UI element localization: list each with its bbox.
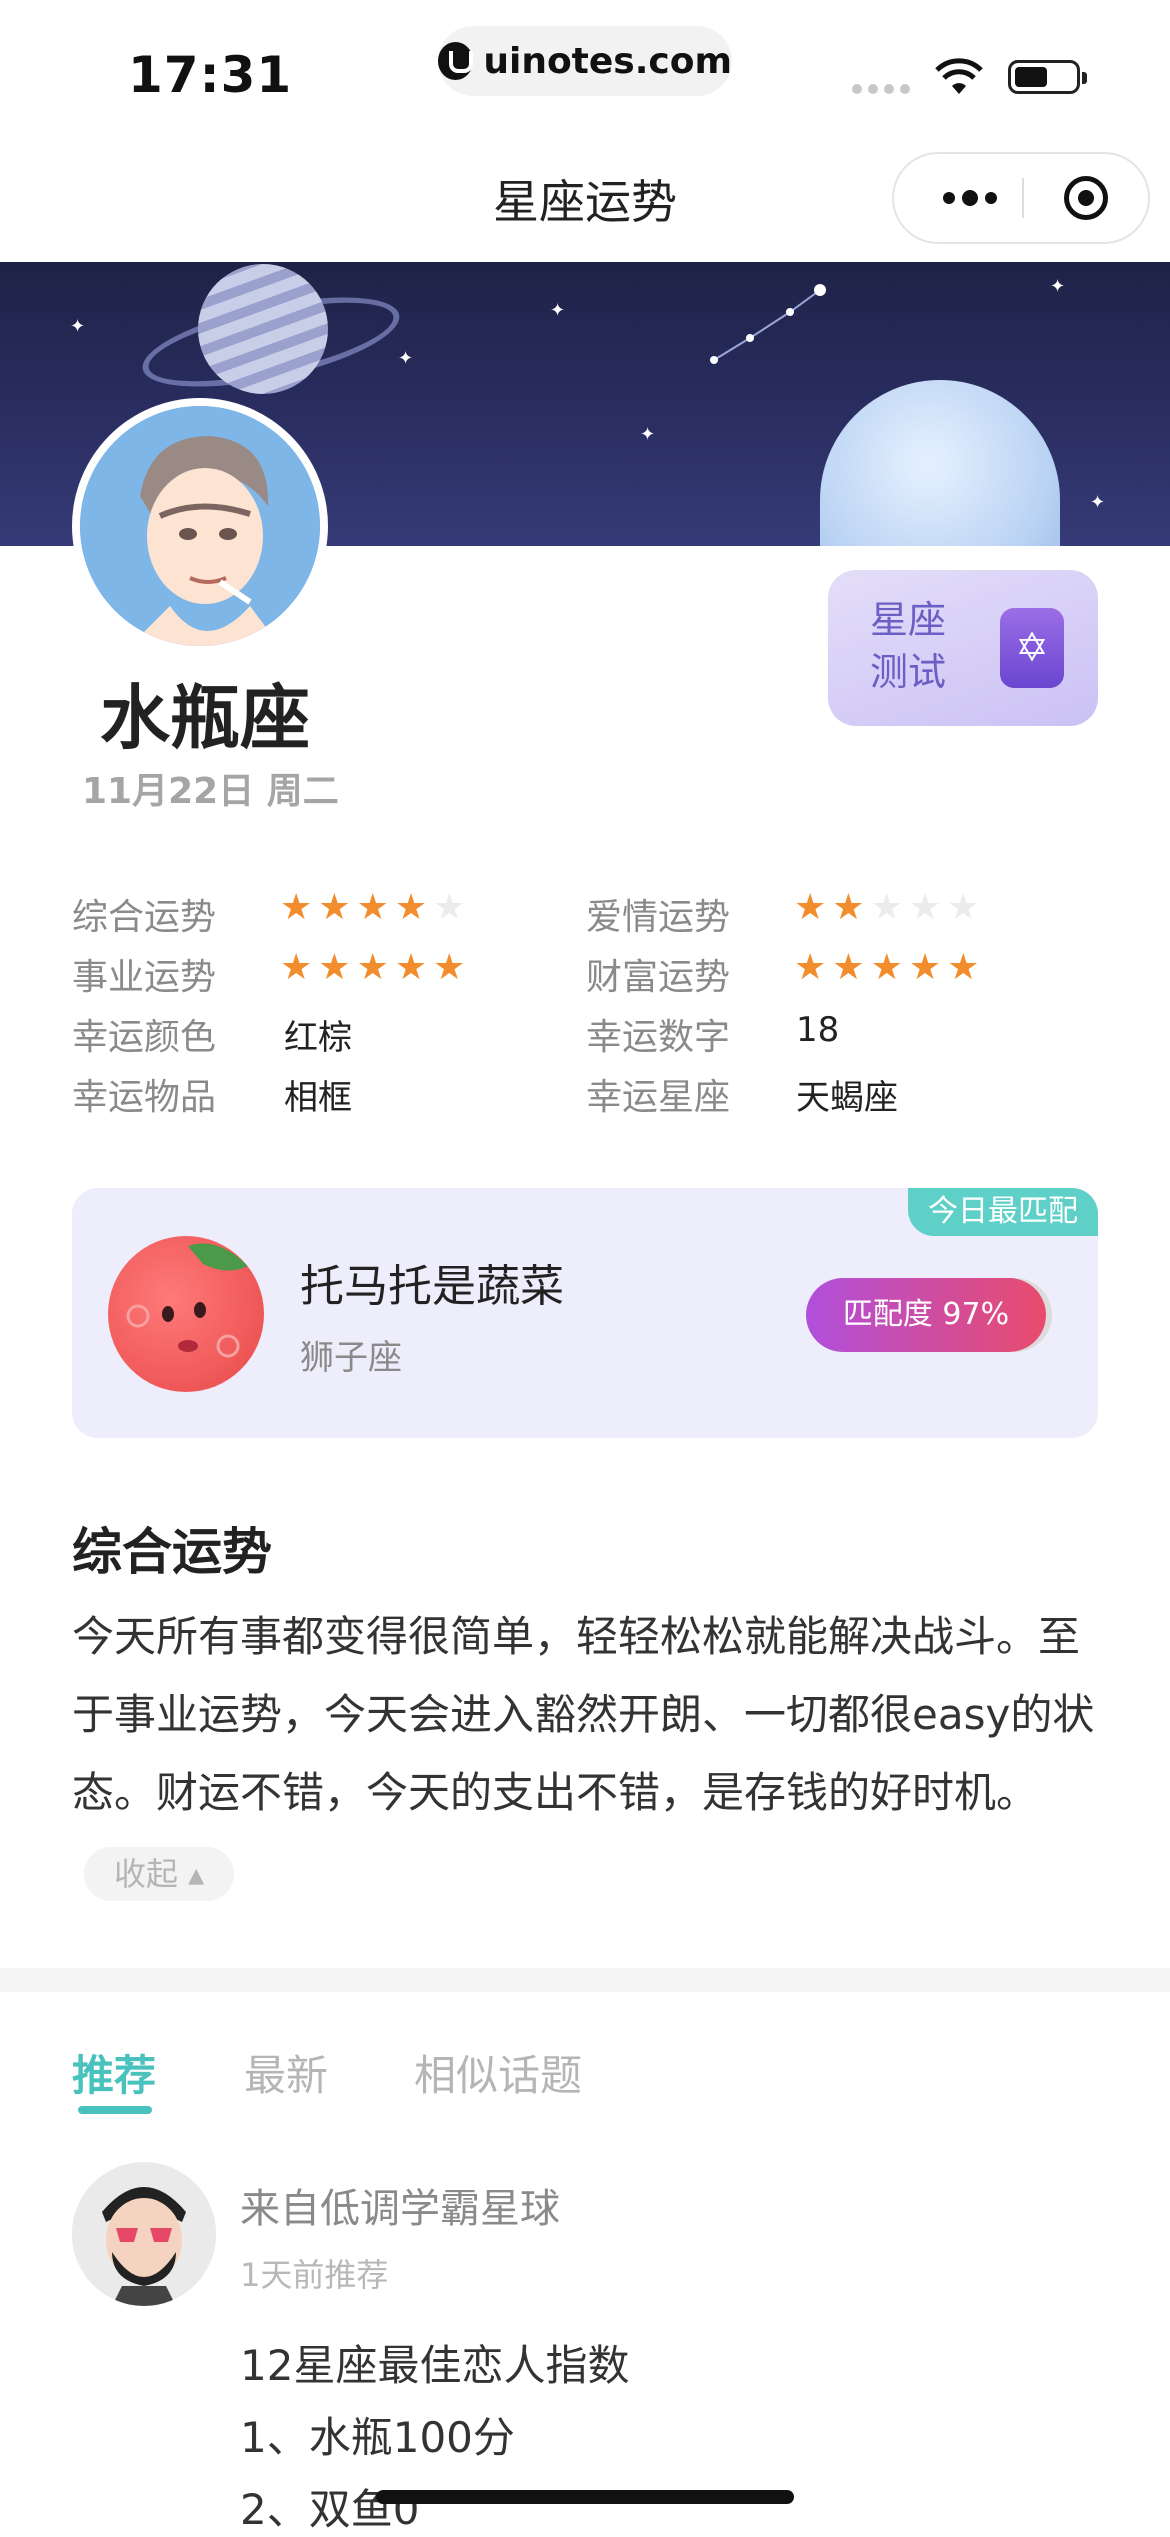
- star-rating-icon: ★: [433, 887, 466, 928]
- best-match-card[interactable]: 今日最匹配 托马托是蔬菜 狮子座 匹配度 97%: [72, 1188, 1098, 1438]
- capsule-divider: [1022, 178, 1024, 218]
- star-rating-icon: ★: [908, 887, 942, 928]
- star-rating-icon: ★: [794, 887, 827, 928]
- overall-fortune-stars: ★ ★ ★ ★ ★: [280, 890, 465, 926]
- star-rating-icon: ★: [318, 947, 351, 988]
- post-time: 1天前推荐: [240, 2256, 389, 2294]
- star-rating-icon: ★: [832, 947, 865, 988]
- star-decoration: ✦: [1050, 276, 1066, 297]
- match-sign: 狮子座: [300, 1338, 402, 1378]
- general-fortune-text: 今天所有事都变得很简单，轻轻松松就能解决战斗。至于事业运势，今天会进入豁然开朗、…: [72, 1598, 1102, 1910]
- star-decoration: ✦: [1090, 492, 1106, 513]
- career-fortune-stars: ★ ★ ★ ★ ★: [280, 950, 465, 986]
- lucky-sign-label: 幸运星座: [586, 1077, 731, 1118]
- ghost-illustration: [820, 380, 1060, 546]
- star-decoration: ✦: [70, 316, 86, 337]
- wealth-fortune-stars: ★ ★ ★ ★ ★: [794, 950, 979, 986]
- planet-illustration: [198, 264, 328, 394]
- best-match-tag: 今日最匹配: [908, 1188, 1098, 1236]
- constellation-illustration: [710, 284, 826, 364]
- star-rating-icon: ★: [908, 947, 942, 988]
- lucky-item-label: 幸运物品: [72, 1077, 217, 1118]
- tab-latest[interactable]: 最新: [244, 2042, 328, 2103]
- love-fortune-label: 爱情运势: [586, 897, 731, 938]
- sign-avatar: [72, 398, 328, 654]
- star-rating-icon: ★: [947, 947, 980, 988]
- status-time: 17:31: [128, 46, 293, 104]
- star-rating-icon: ★: [394, 947, 428, 988]
- post-text-line: 12星座最佳恋人指数: [240, 2341, 630, 2390]
- match-name: 托马托是蔬菜: [300, 1261, 564, 1312]
- star-rating-icon: ★: [280, 887, 313, 928]
- star-rating-icon: ★: [794, 947, 827, 988]
- star-rating-icon: ★: [870, 887, 903, 928]
- post-text-line: 1、水瓶100分: [240, 2413, 515, 2462]
- site-logo-icon: [438, 42, 474, 80]
- status-bar: 17:31 uinotes.com: [0, 0, 1170, 140]
- home-indicator: [376, 2490, 794, 2504]
- post-source: 来自低调学霸星球: [240, 2186, 560, 2232]
- career-fortune-label: 事业运势: [72, 957, 217, 998]
- avatar[interactable]: [72, 2162, 216, 2306]
- active-tab-indicator: [78, 2106, 152, 2114]
- wealth-fortune-label: 财富运势: [586, 957, 731, 998]
- date-label: 11月22日 周二: [82, 771, 339, 812]
- close-target-icon[interactable]: [1064, 176, 1108, 220]
- test-button-label: 星座测试: [870, 598, 947, 694]
- url-text: uinotes.com: [483, 40, 732, 82]
- star-decoration: ✦: [398, 348, 414, 369]
- lucky-color-label: 幸运颜色: [72, 1017, 217, 1058]
- more-icon[interactable]: [924, 154, 1016, 242]
- sign-name: 水瓶座: [100, 677, 310, 759]
- cellular-signal-icon: [852, 84, 910, 94]
- general-fortune-body: 今天所有事都变得很简单，轻轻松松就能解决战斗。至于事业运势，今天会进入豁然开朗、…: [72, 1612, 1095, 1817]
- url-pill: uinotes.com: [438, 26, 732, 96]
- constellation-test-button[interactable]: 星座测试 ✡: [828, 570, 1098, 726]
- lucky-sign-value: 天蝎座: [796, 1078, 898, 1118]
- star-rating-icon: ★: [318, 887, 351, 928]
- section-divider: [0, 1968, 1170, 1992]
- match-score-badge: 匹配度 97%: [806, 1278, 1046, 1352]
- general-fortune-title: 综合运势: [72, 1523, 272, 1581]
- love-fortune-stars: ★ ★ ★ ★ ★: [794, 890, 979, 926]
- star-rating-icon: ★: [947, 887, 980, 928]
- avatar-illustration: [80, 406, 320, 646]
- lucky-color-value: 红棕: [284, 1018, 352, 1058]
- lucky-number-label: 幸运数字: [586, 1017, 731, 1058]
- mini-program-capsule: [892, 152, 1150, 244]
- star-rating-icon: ★: [433, 947, 466, 988]
- star-rating-icon: ★: [356, 887, 389, 928]
- tab-similar-topics[interactable]: 相似话题: [414, 2042, 582, 2103]
- star-rating-icon: ★: [394, 887, 428, 928]
- star-of-david-icon: ✡: [1000, 608, 1064, 688]
- wifi-icon: [935, 58, 983, 94]
- overall-fortune-label: 综合运势: [72, 897, 217, 938]
- post-text-line: 2、双鱼0: [240, 2485, 420, 2534]
- star-rating-icon: ★: [356, 947, 389, 988]
- star-decoration: ✦: [640, 424, 656, 445]
- lucky-item-value: 相框: [284, 1078, 352, 1118]
- collapse-button[interactable]: 收起 ▴: [84, 1846, 235, 1901]
- star-rating-icon: ★: [870, 947, 903, 988]
- star-rating-icon: ★: [832, 887, 865, 928]
- battery-icon: [1008, 60, 1087, 94]
- lucky-number-value: 18: [796, 1010, 840, 1050]
- star-rating-icon: ★: [280, 947, 313, 988]
- match-avatar: [108, 1236, 264, 1392]
- tab-recommend[interactable]: 推荐: [72, 2042, 156, 2103]
- star-decoration: ✦: [550, 300, 566, 321]
